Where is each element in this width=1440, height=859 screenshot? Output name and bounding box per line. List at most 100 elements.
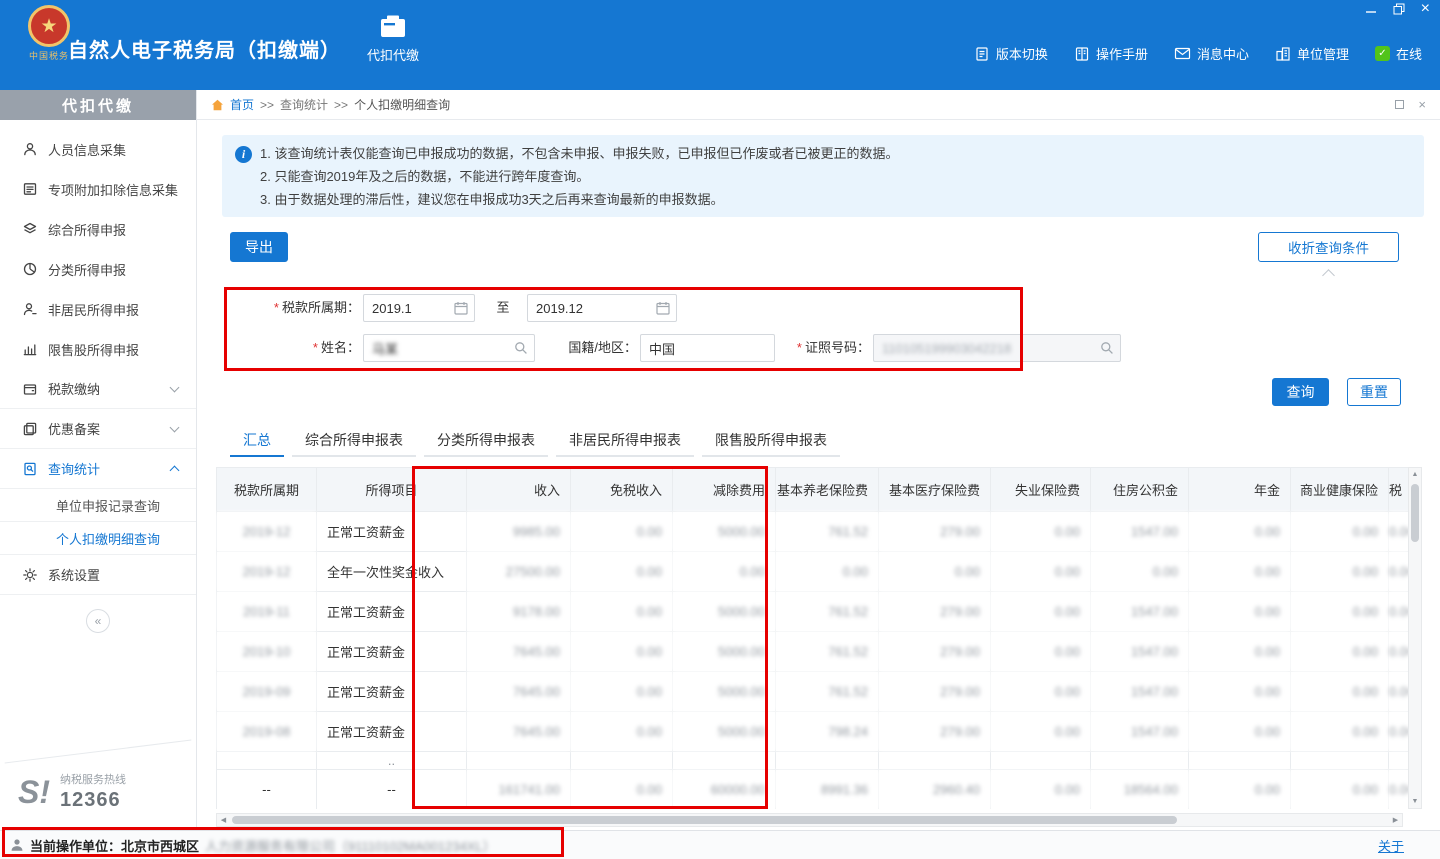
table-cell: 0.00 bbox=[1291, 552, 1389, 592]
horizontal-scrollbar[interactable]: ◀ ▶ bbox=[216, 813, 1403, 827]
nationality-input[interactable]: 中国 bbox=[640, 334, 775, 362]
table-row[interactable]: ----161741.000.0060000.008991.362960.400… bbox=[217, 770, 1409, 810]
period-to-input[interactable]: 2019.12 bbox=[527, 294, 677, 322]
scroll-down-arrow[interactable]: ▼ bbox=[1409, 795, 1421, 808]
id-number-input[interactable]: 110105199903042218 bbox=[873, 334, 1121, 362]
table-row[interactable]: 2019-12正常工资薪金9985.000.005000.00761.52279… bbox=[217, 512, 1409, 552]
nationality-label: 国籍/地区： bbox=[557, 334, 637, 362]
table-cell bbox=[991, 752, 1091, 770]
table-row[interactable]: 2019-12全年一次性奖金收入27500.000.000.000.000.00… bbox=[217, 552, 1409, 592]
table-cell: 0.00 bbox=[1389, 770, 1409, 810]
scroll-left-arrow[interactable]: ◀ bbox=[217, 814, 230, 826]
module-tab-withholding[interactable]: 代扣代缴 bbox=[348, 15, 438, 64]
sidebar-subitem-unit-declaration-query[interactable]: 单位申报记录查询 bbox=[0, 489, 196, 522]
table-cell: 279.00 bbox=[879, 592, 991, 632]
about-link[interactable]: 关于 bbox=[1378, 836, 1404, 855]
search-icon[interactable] bbox=[1099, 340, 1115, 356]
table-cell bbox=[1291, 752, 1389, 770]
nav-version-switch[interactable]: 版本切换 bbox=[974, 44, 1048, 63]
table-cell: 0.00 bbox=[1389, 512, 1409, 552]
wallet-icon bbox=[22, 381, 38, 397]
table-row[interactable]: 2019-11正常工资薪金9178.000.005000.00761.52279… bbox=[217, 592, 1409, 632]
table-cell: 0.00 bbox=[1389, 632, 1409, 672]
sidebar-item-preferential-filing[interactable]: 优惠备案 bbox=[0, 409, 196, 449]
nav-unit-management[interactable]: 单位管理 bbox=[1275, 44, 1349, 63]
table-row[interactable]: 2019-09正常工资薪金7645.000.005000.00761.52279… bbox=[217, 672, 1409, 712]
column-header: 基本医疗保险费 bbox=[879, 468, 991, 512]
close-button[interactable]: × bbox=[1421, 3, 1430, 15]
table-cell: 279.00 bbox=[879, 632, 991, 672]
name-input[interactable]: 马某 bbox=[363, 334, 535, 362]
panel-restore-button[interactable] bbox=[1395, 100, 1404, 109]
sidebar-collapse-button[interactable]: « bbox=[86, 609, 110, 633]
tab-summary[interactable]: 汇总 bbox=[230, 427, 284, 457]
statusbar: 当前操作单位：北京市西城区 人力资源服务有限公司（91110102MA00123… bbox=[0, 830, 1440, 859]
notice-line: 1. 该查询统计表仅能查询已申报成功的数据，不包含未申报、申报失败，已申报但已作… bbox=[260, 142, 1404, 165]
export-button[interactable]: 导出 bbox=[230, 232, 288, 262]
collapse-query-button[interactable]: 收折查询条件 bbox=[1258, 232, 1399, 262]
tab-restricted-stock[interactable]: 限售股所得申报表 bbox=[702, 427, 840, 457]
vertical-scrollbar[interactable]: ▲ ▼ bbox=[1408, 467, 1422, 809]
sidebar-item-classified-income[interactable]: 分类所得申报 bbox=[0, 249, 196, 289]
hotline-divider bbox=[5, 740, 192, 764]
sidebar-item-special-deduction[interactable]: 专项附加扣除信息采集 bbox=[0, 169, 196, 209]
sidebar-item-restricted-stock[interactable]: 限售股所得申报 bbox=[0, 329, 196, 369]
panel-close-button[interactable]: × bbox=[1418, 97, 1426, 112]
tab-classified-income[interactable]: 分类所得申报表 bbox=[424, 427, 548, 457]
minimize-button[interactable] bbox=[1365, 3, 1377, 15]
breadcrumb-home[interactable]: 首页 bbox=[230, 96, 254, 113]
table-cell: 0.00 bbox=[1189, 770, 1291, 810]
calendar-icon[interactable] bbox=[453, 300, 469, 316]
table-row[interactable]: 2019-10正常工资薪金7645.000.005000.00761.52279… bbox=[217, 632, 1409, 672]
scroll-up-arrow[interactable]: ▲ bbox=[1409, 468, 1421, 481]
breadcrumb-separator: >> bbox=[334, 98, 348, 112]
restore-button[interactable] bbox=[1393, 3, 1405, 15]
nav-manual[interactable]: 操作手册 bbox=[1074, 44, 1148, 63]
table-row[interactable]: .. bbox=[217, 752, 1409, 770]
sidebar-item-nonresident-income[interactable]: 非居民所得申报 bbox=[0, 289, 196, 329]
table-cell: 0.00 bbox=[1291, 672, 1389, 712]
tab-nonresident-income[interactable]: 非居民所得申报表 bbox=[556, 427, 694, 457]
table-cell: 0.00 bbox=[571, 552, 673, 592]
sidebar-item-query-statistics[interactable]: 查询统计 bbox=[0, 449, 196, 489]
manual-icon bbox=[1074, 46, 1090, 62]
period-from-input[interactable]: 2019.1 bbox=[363, 294, 475, 322]
current-unit-blurred: 人力资源服务有限公司（91110102MA001234XL） bbox=[205, 836, 496, 855]
table-cell bbox=[217, 752, 317, 770]
table-cell: 279.00 bbox=[879, 512, 991, 552]
horizontal-scroll-thumb[interactable] bbox=[232, 816, 1177, 824]
sidebar-subitem-personal-withholding-detail-query[interactable]: 个人扣缴明细查询 bbox=[0, 522, 196, 555]
reset-button[interactable]: 重置 bbox=[1347, 378, 1401, 406]
breadcrumb-level2: 个人扣缴明细查询 bbox=[354, 96, 450, 113]
table-cell: 2019-10 bbox=[217, 632, 317, 672]
nav-message-center[interactable]: 消息中心 bbox=[1174, 44, 1249, 63]
table-cell: 0.00 bbox=[1189, 672, 1291, 712]
nav-online-status[interactable]: ✓ 在线 bbox=[1375, 44, 1422, 63]
scroll-right-arrow[interactable]: ▶ bbox=[1389, 814, 1402, 826]
table-cell: 2019-08 bbox=[217, 712, 317, 752]
tab-comprehensive-income[interactable]: 综合所得申报表 bbox=[292, 427, 416, 457]
table-cell: 1547.00 bbox=[1091, 632, 1189, 672]
required-mark: * bbox=[313, 340, 318, 355]
table-cell: 正常工资薪金 bbox=[317, 592, 467, 632]
vertical-scroll-thumb[interactable] bbox=[1411, 484, 1419, 542]
table-cell: 1547.00 bbox=[1091, 592, 1189, 632]
sidebar-item-system-settings[interactable]: 系统设置 bbox=[0, 555, 196, 595]
table-cell: 0.00 bbox=[571, 770, 673, 810]
sidebar-item-personnel-info[interactable]: 人员信息采集 bbox=[0, 129, 196, 169]
table-cell: 0.00 bbox=[1291, 512, 1389, 552]
sidebar-item-tax-payment[interactable]: 税款缴纳 bbox=[0, 369, 196, 409]
sidebar-item-comprehensive-income[interactable]: 综合所得申报 bbox=[0, 209, 196, 249]
table-cell: 全年一次性奖金收入 bbox=[317, 552, 467, 592]
table-cell: 5000.00 bbox=[673, 632, 776, 672]
table-cell: 0.00 bbox=[1291, 632, 1389, 672]
sidebar-subitem-label: 个人扣缴明细查询 bbox=[56, 529, 160, 548]
copy-docs-icon bbox=[22, 421, 38, 437]
table-row[interactable]: 2019-08正常工资薪金7645.000.005000.00798.24279… bbox=[217, 712, 1409, 752]
calendar-icon[interactable] bbox=[655, 300, 671, 316]
search-icon[interactable] bbox=[513, 340, 529, 356]
query-button[interactable]: 查询 bbox=[1272, 378, 1329, 406]
sidebar-item-label: 限售股所得申报 bbox=[48, 340, 139, 359]
table-cell: 0.00 bbox=[673, 552, 776, 592]
table-cell: 5000.00 bbox=[673, 712, 776, 752]
